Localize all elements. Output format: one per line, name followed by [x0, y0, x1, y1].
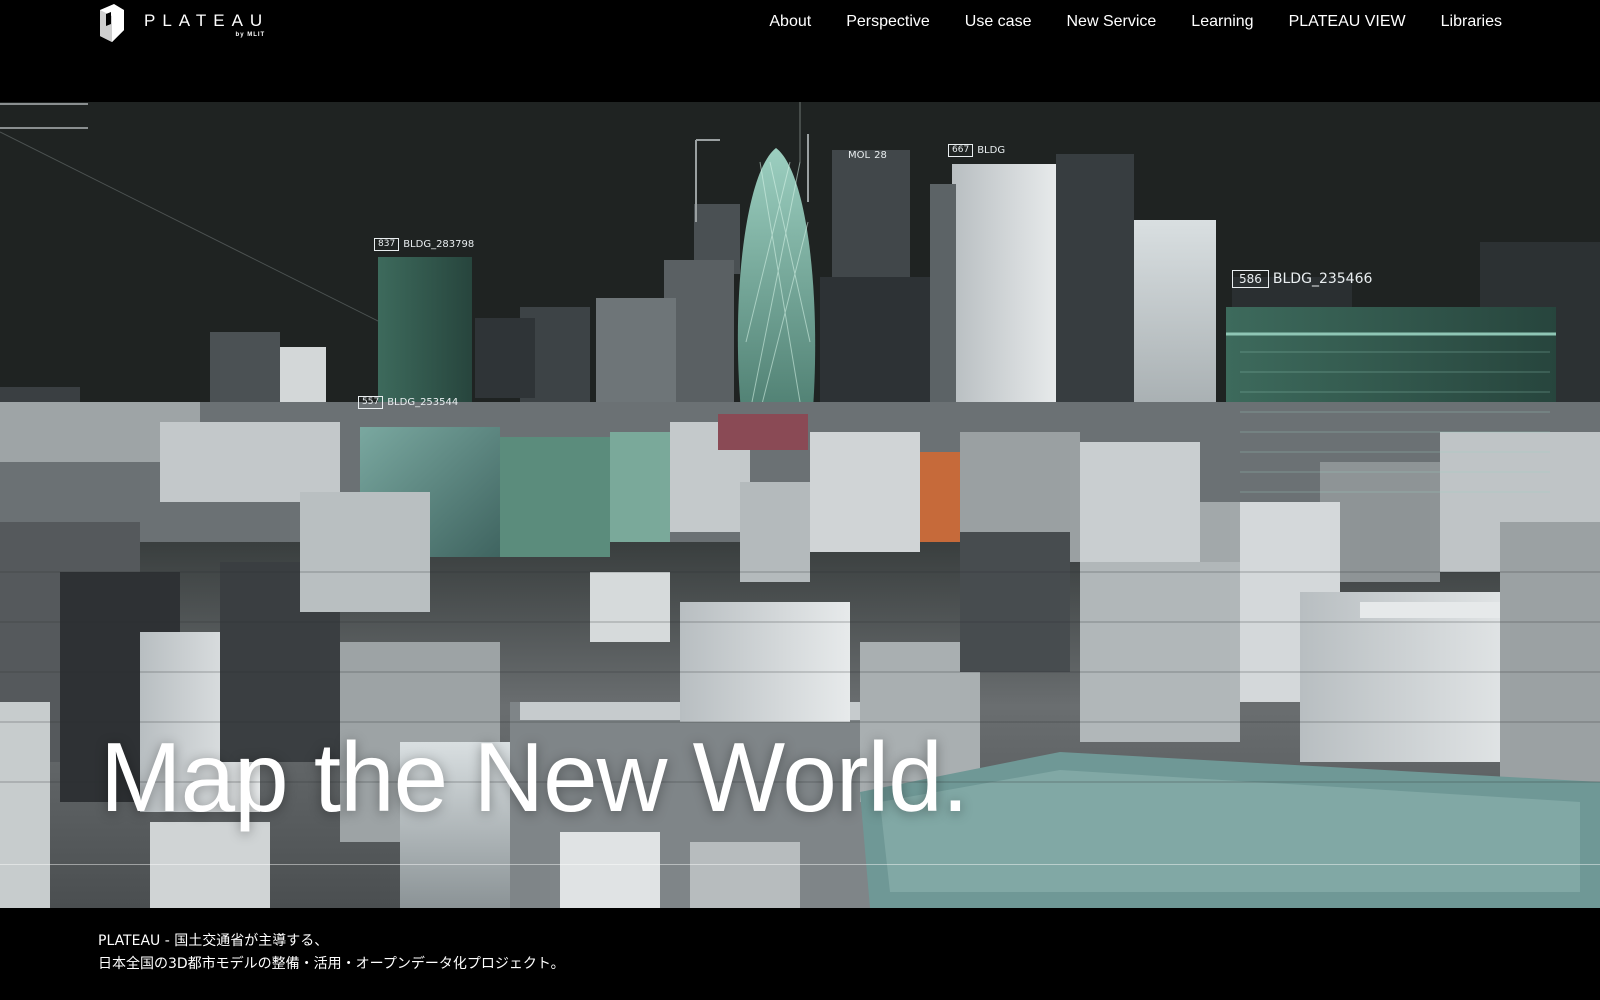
- intro-line-2: 日本全国の3D都市モデルの整備・活用・オープンデータ化プロジェクト。: [98, 956, 565, 972]
- plateau-logo[interactable]: PLATEAU by MLIT: [98, 4, 269, 42]
- main-nav: About Perspective Use case New Service L…: [734, 12, 1502, 32]
- intro-line-1: PLATEAU - 国土交通省が主導する、: [98, 933, 329, 949]
- hero-city-visual: 837 BLDG_283798 586 BLDG_235466 557 BLDG_25…: [0, 102, 1600, 908]
- intro-text: PLATEAU - 国土交通省が主導する、 日本全国の3D都市モデルの整備・活用…: [98, 930, 565, 976]
- building-tag: 837 BLDG_283798: [374, 238, 474, 251]
- building-tag: MOL 28: [848, 150, 887, 161]
- nav-item-use-case[interactable]: Use case: [965, 12, 1032, 32]
- building-tag: 586 BLDG_235466: [1232, 270, 1372, 288]
- brand-name: PLATEAU: [144, 11, 270, 30]
- hero-headline: Map the New World.: [100, 722, 969, 832]
- nav-item-about[interactable]: About: [769, 12, 811, 32]
- building-tag: 667 BLDG: [948, 144, 1005, 157]
- brand-sub: by MLIT: [235, 32, 266, 38]
- nav-item-plateau-view[interactable]: PLATEAU VIEW: [1289, 12, 1406, 32]
- nav-item-learning[interactable]: Learning: [1191, 12, 1253, 32]
- building-tag: 557 BLDG_253544: [358, 396, 458, 409]
- nav-item-perspective[interactable]: Perspective: [846, 12, 930, 32]
- site-header: PLATEAU by MLIT About Perspective Use ca…: [0, 0, 1600, 100]
- nav-item-libraries[interactable]: Libraries: [1441, 12, 1502, 32]
- plateau-cube-icon: [100, 4, 124, 42]
- nav-item-new-service[interactable]: New Service: [1066, 12, 1156, 32]
- scan-line: [0, 864, 1600, 865]
